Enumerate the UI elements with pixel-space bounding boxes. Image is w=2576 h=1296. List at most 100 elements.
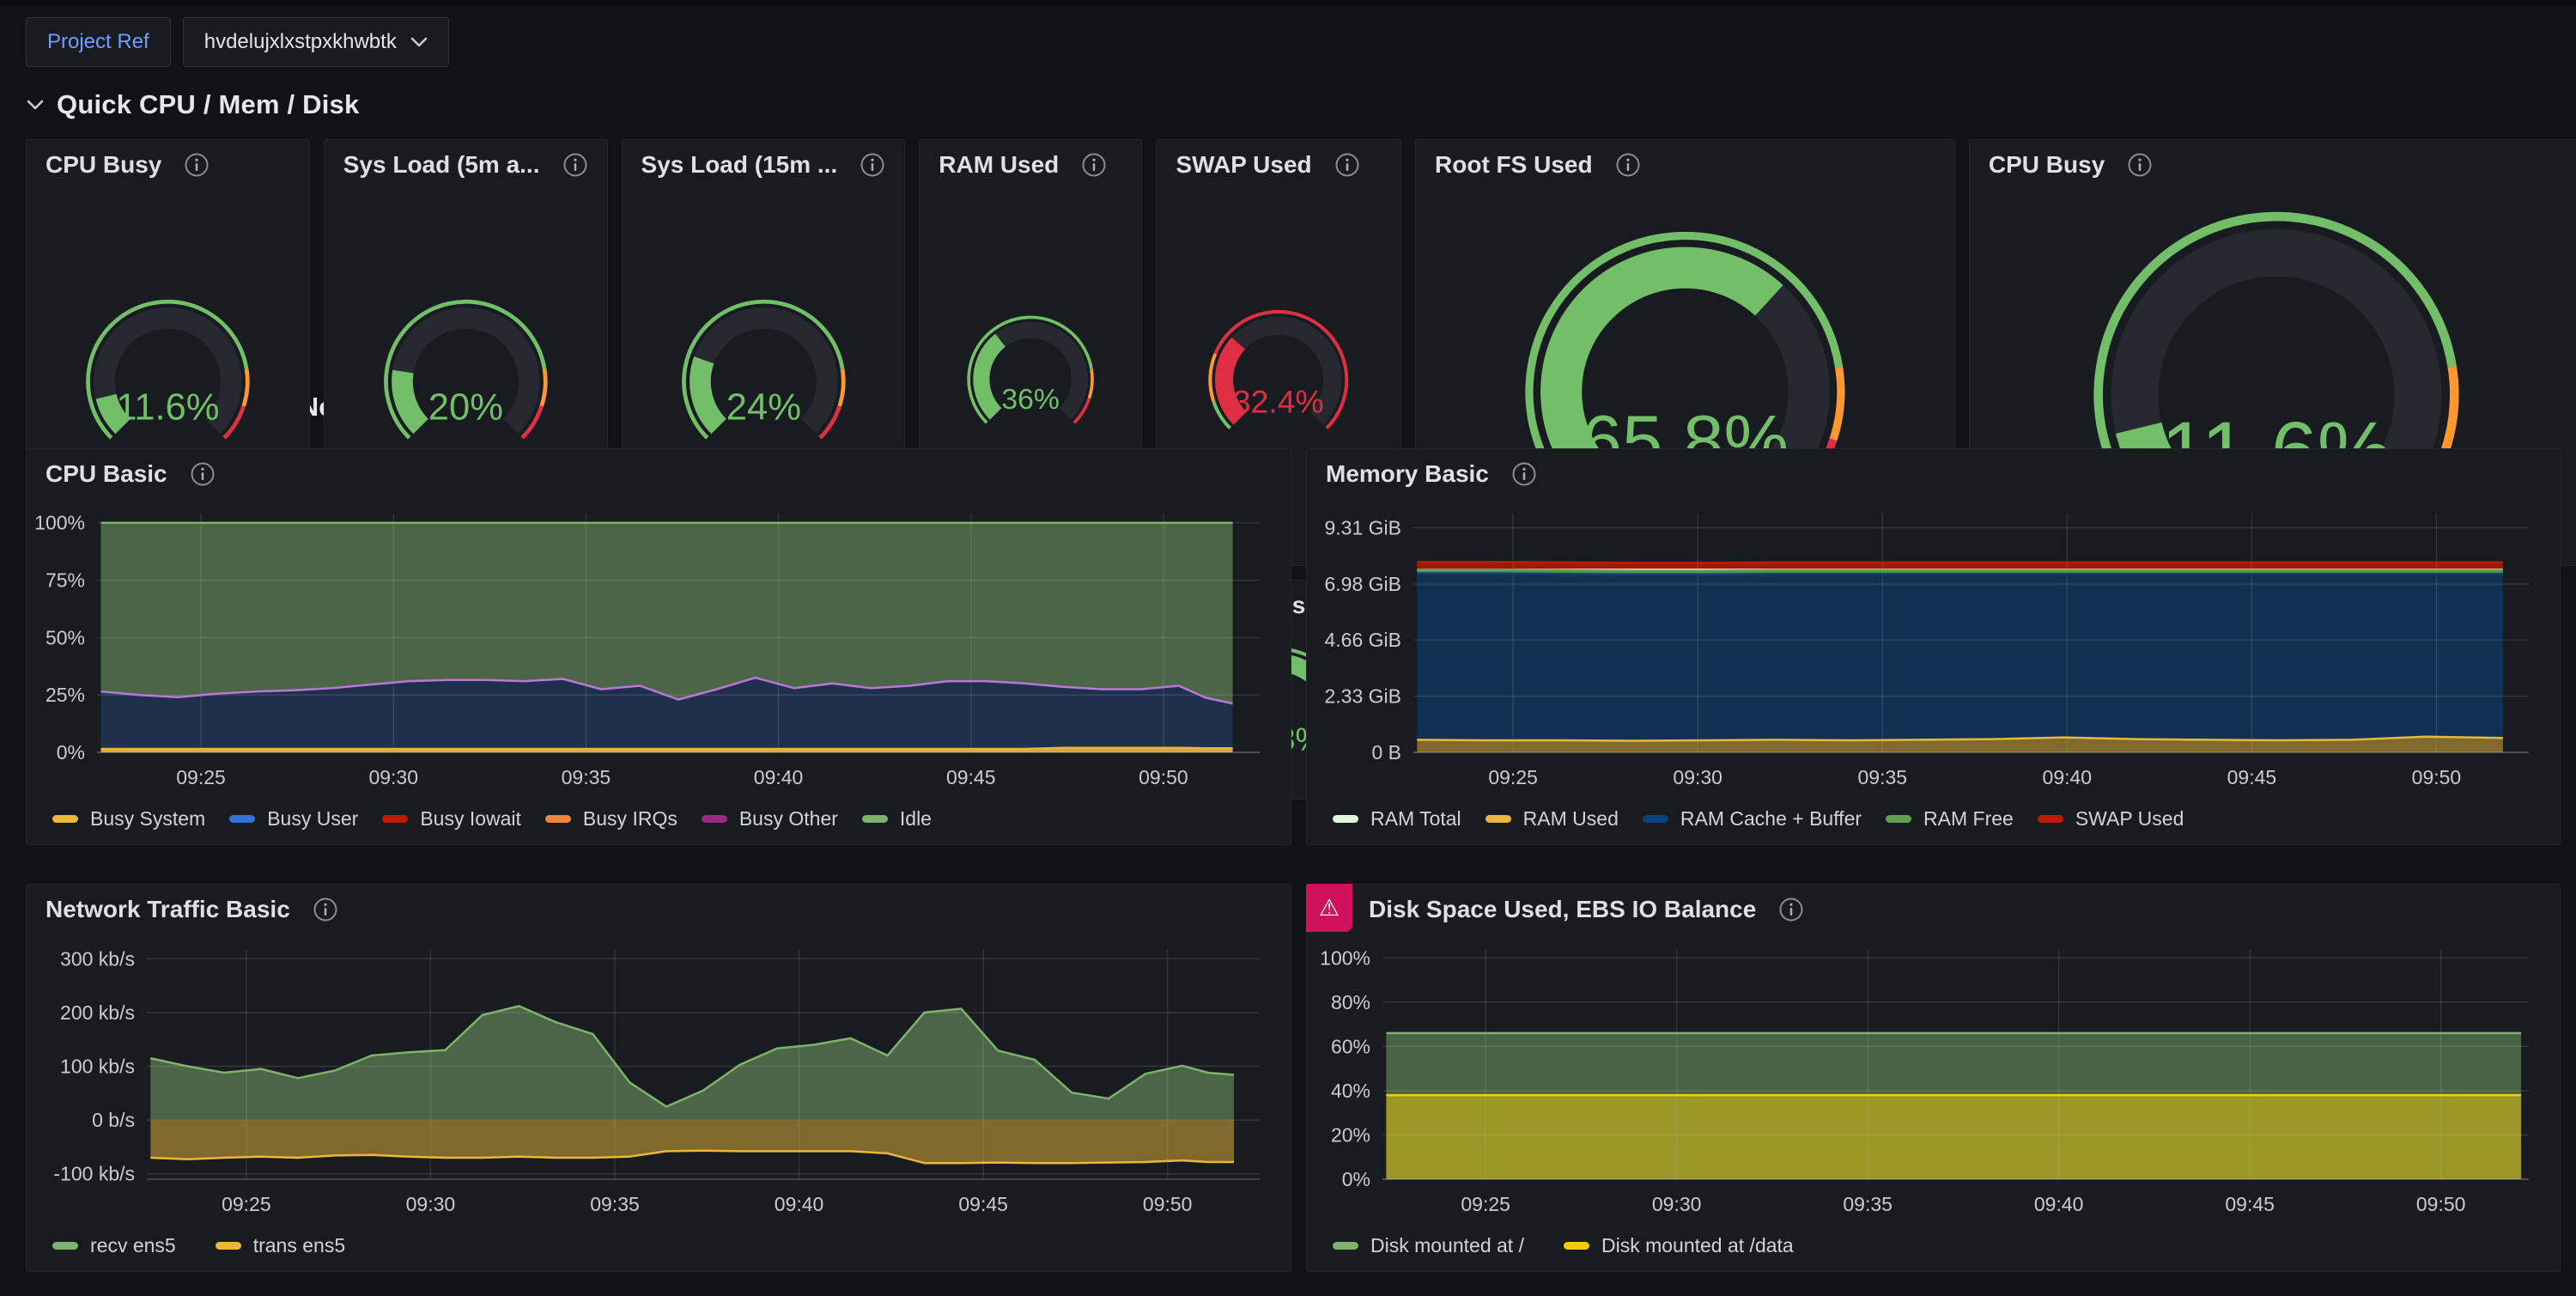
panel-title: Root FS Used: [1435, 151, 1593, 179]
series-line: [1417, 569, 2503, 570]
svg-text:9.31 GiB: 9.31 GiB: [1325, 517, 1402, 539]
gauge-value-arc: [981, 340, 1000, 414]
panel-title: SWAP Used: [1176, 151, 1311, 179]
legend-item[interactable]: RAM Cache + Buffer: [1643, 807, 1862, 831]
legend-swatch: [52, 1242, 78, 1250]
chart-plot-area[interactable]: 0 B2.33 GiB4.66 GiB6.98 GiB9.31 GiB09:25…: [1307, 493, 2560, 802]
section-title: Quick CPU / Mem / Disk: [57, 89, 359, 120]
gauge-threshold-arc: [1211, 354, 1216, 401]
chart-plot-area[interactable]: -100 kb/s0 b/s100 kb/s200 kb/s300 kb/s09…: [27, 928, 1291, 1229]
legend-item[interactable]: Busy IRQs: [545, 807, 677, 831]
legend-label: Busy Iowait: [420, 807, 521, 831]
panel-header: CPU Busy: [1970, 140, 2576, 184]
legend-label: Busy User: [267, 807, 358, 831]
legend-item[interactable]: Disk mounted at /: [1333, 1234, 1524, 1257]
svg-text:09:40: 09:40: [754, 766, 804, 788]
project-ref-dropdown[interactable]: hvdelujxlxstpxkhwbtk: [183, 17, 449, 67]
svg-text:09:45: 09:45: [2227, 766, 2277, 788]
svg-text:300 kb/s: 300 kb/s: [60, 947, 135, 970]
svg-text:0 b/s: 0 b/s: [92, 1109, 135, 1131]
svg-text:09:45: 09:45: [2225, 1193, 2275, 1215]
svg-text:09:25: 09:25: [222, 1193, 271, 1215]
legend-label: Busy IRQs: [583, 807, 677, 831]
legend-label: Disk mounted at /: [1370, 1234, 1524, 1257]
panel-title: Sys Load (5m a...: [343, 151, 540, 179]
grafana-dashboard: Project Ref hvdelujxlxstpxkhwbtk Quick C…: [0, 0, 2576, 1272]
info-icon[interactable]: [1778, 897, 1804, 922]
legend-label: RAM Cache + Buffer: [1680, 807, 1862, 831]
legend-swatch: [229, 815, 255, 823]
legend-swatch: [1643, 815, 1668, 823]
svg-text:09:25: 09:25: [1488, 766, 1538, 788]
svg-text:09:35: 09:35: [1843, 1193, 1893, 1215]
chart-panel-cpu-basic: CPU Basic0%25%50%75%100%09:2509:3009:350…: [26, 448, 1291, 845]
gauge-panels-row: CPU Busy11.6%Sys Load (5m a...20%Sys Loa…: [26, 139, 2550, 368]
legend-item[interactable]: Idle: [862, 807, 932, 831]
chart-legend: RAM Total RAM Used RAM Cache + Buffer RAM F…: [1307, 802, 2560, 844]
legend-item[interactable]: SWAP Used: [2038, 807, 2184, 831]
info-icon[interactable]: [2127, 152, 2153, 178]
legend-swatch: [702, 815, 727, 823]
panel-header: Memory Basic: [1307, 449, 2560, 493]
chart-svg: 0 B2.33 GiB4.66 GiB6.98 GiB9.31 GiB09:25…: [1312, 493, 2555, 802]
svg-text:09:30: 09:30: [368, 766, 418, 788]
chart-panel-network-traffic-basic: Network Traffic Basic-100 kb/s0 b/s100 k…: [26, 884, 1291, 1272]
svg-text:50%: 50%: [46, 626, 85, 648]
legend-label: SWAP Used: [2075, 807, 2184, 831]
svg-text:80%: 80%: [1331, 991, 1370, 1013]
svg-text:09:35: 09:35: [1857, 766, 1907, 788]
section-quick-cpu-mem-disk[interactable]: Quick CPU / Mem / Disk: [26, 86, 2550, 124]
gauge-threshold-arc: [839, 369, 843, 406]
svg-text:6.98 GiB: 6.98 GiB: [1325, 573, 1402, 595]
legend-swatch: [1564, 1242, 1589, 1250]
panel-header: Sys Load (5m a...: [325, 140, 607, 184]
gauge-value-text: 11.6%: [116, 387, 219, 429]
legend-item[interactable]: RAM Total: [1333, 807, 1461, 831]
panel-alert-icon[interactable]: ⚠: [1306, 884, 1352, 932]
legend-item[interactable]: recv ens5: [52, 1234, 176, 1257]
legend-item[interactable]: Busy User: [229, 807, 358, 831]
legend-swatch: [216, 1242, 241, 1250]
info-icon[interactable]: [184, 152, 210, 178]
svg-text:100%: 100%: [34, 512, 85, 534]
gauge-threshold-arc: [1090, 369, 1093, 398]
chart-fills: [1417, 562, 2503, 752]
info-icon[interactable]: [860, 152, 885, 178]
info-icon[interactable]: [313, 897, 338, 922]
chart-plot-area[interactable]: 0%25%50%75%100%09:2509:3009:3509:4009:45…: [27, 493, 1291, 802]
legend-item[interactable]: RAM Free: [1886, 807, 2014, 831]
info-icon[interactable]: [1615, 152, 1641, 178]
svg-text:09:40: 09:40: [2043, 766, 2093, 788]
charts-row-1: CPU Basic0%25%50%75%100%09:2509:3009:350…: [26, 448, 2550, 845]
info-icon[interactable]: [1334, 152, 1360, 178]
legend-swatch: [545, 815, 571, 823]
chart-plot-area[interactable]: 0%20%40%60%80%100%09:2509:3009:3509:4009…: [1307, 928, 2560, 1229]
info-icon[interactable]: [190, 461, 216, 487]
svg-text:09:25: 09:25: [176, 766, 226, 788]
info-icon[interactable]: [1081, 152, 1107, 178]
info-icon[interactable]: [1511, 461, 1537, 487]
legend-item[interactable]: Busy System: [52, 807, 205, 831]
panel-header: CPU Busy: [27, 140, 309, 184]
svg-text:25%: 25%: [46, 684, 85, 706]
series-line: [1417, 562, 2503, 563]
project-ref-value[interactable]: hvdelujxlxstpxkhwbtk: [204, 30, 397, 54]
legend-item[interactable]: Busy Iowait: [382, 807, 521, 831]
gauge-value-text: 20%: [428, 387, 503, 429]
panel-header: CPU Basic: [27, 449, 1291, 493]
info-icon[interactable]: [562, 152, 588, 178]
svg-text:09:25: 09:25: [1461, 1193, 1510, 1215]
svg-text:09:50: 09:50: [2412, 766, 2462, 788]
svg-text:-100 kb/s: -100 kb/s: [53, 1163, 135, 1185]
legend-item[interactable]: Disk mounted at /data: [1564, 1234, 1794, 1257]
legend-item[interactable]: RAM Used: [1485, 807, 1619, 831]
legend-swatch: [1333, 815, 1358, 823]
legend-item[interactable]: trans ens5: [216, 1234, 345, 1257]
panel-header: Sys Load (15m ...: [623, 140, 905, 184]
chart-svg: 0%25%50%75%100%09:2509:3009:3509:4009:45…: [32, 493, 1285, 802]
section-collapse-chevron-icon: [26, 99, 45, 111]
legend-item[interactable]: Busy Other: [702, 807, 838, 831]
svg-text:200 kb/s: 200 kb/s: [60, 1001, 135, 1024]
svg-text:09:35: 09:35: [590, 1193, 640, 1215]
series-line: [101, 748, 1233, 749]
